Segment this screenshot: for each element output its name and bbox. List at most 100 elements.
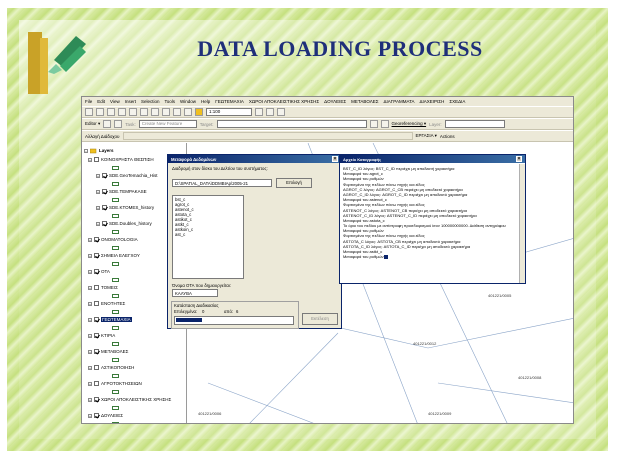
layer-visibility-checkbox[interactable] [94, 237, 99, 242]
menu-item[interactable]: ΔΙΑΧΕΙΡΙΣΗ [420, 99, 445, 104]
close-icon[interactable]: × [332, 156, 338, 162]
cut-icon[interactable] [129, 108, 137, 116]
menu-item[interactable]: Selection [141, 99, 160, 104]
menu-item[interactable]: ΓΕΩΤΕΜΑΧΙΑ [215, 99, 244, 104]
custom-field[interactable] [122, 132, 413, 140]
toc-layer-label: ΟΤΑ [101, 269, 110, 274]
expand-icon[interactable]: + [88, 349, 92, 354]
undo-icon[interactable] [173, 108, 181, 116]
layer-combo[interactable] [444, 120, 505, 128]
expand-icon[interactable]: + [88, 365, 92, 370]
layer-visibility-checkbox[interactable] [94, 413, 99, 418]
path-field[interactable]: D:\SPATIAL_DATA\DDMBIAp\2005-21 [172, 179, 272, 187]
scale-combo[interactable]: 1:100 [206, 108, 252, 116]
target-combo[interactable] [216, 120, 367, 128]
toc-layer-item[interactable]: + ΔΟΥΛΕΙΕΣ [84, 411, 184, 420]
expand-icon[interactable]: + [88, 381, 92, 386]
new-icon[interactable] [85, 108, 93, 116]
expand-icon[interactable]: + [88, 157, 92, 162]
redo-icon[interactable] [184, 108, 192, 116]
zoom-layer-icon[interactable] [380, 120, 389, 128]
paste-icon[interactable] [151, 108, 159, 116]
successor-change-button[interactable]: Αλλαγή Διάδοχου [85, 134, 120, 139]
expand-icon[interactable]: + [96, 173, 100, 178]
menu-item[interactable]: ΔΙΑΓΡΑΜΜΑΤΑ [384, 99, 415, 104]
menu-item[interactable]: ΧΩΡΟΙ ΑΠΟΚΛΕΙΣΤΙΚΗΣ ΧΡΗΣΗΣ [249, 99, 319, 104]
expand-icon[interactable]: + [88, 237, 92, 242]
menu-item[interactable]: View [110, 99, 120, 104]
open-icon[interactable] [96, 108, 104, 116]
log-titlebar: Αρχείο Καταγραφής × [340, 155, 525, 163]
menu-item[interactable]: ΜΕΤΑΒΟΛΕΣ [351, 99, 378, 104]
task-combo[interactable]: Create New Feature [138, 120, 197, 128]
arctoolbox-icon[interactable] [266, 108, 274, 116]
layer-visibility-checkbox[interactable] [94, 269, 99, 274]
sketch-tool-icon[interactable] [114, 120, 123, 128]
expand-icon[interactable]: + [88, 269, 92, 274]
expand-icon[interactable]: + [88, 253, 92, 258]
layer-visibility-checkbox[interactable] [94, 317, 99, 322]
collapse-icon[interactable]: − [84, 148, 88, 153]
expand-icon[interactable]: + [88, 317, 92, 322]
menu-item[interactable]: Window [180, 99, 196, 104]
identify-icon[interactable] [369, 120, 378, 128]
log-line: Μεταφορά του ρυθμών [343, 254, 517, 259]
actions-menu[interactable]: Actions [440, 134, 455, 139]
editor-toolbar-icon[interactable] [255, 108, 263, 116]
file-list[interactable]: bst_c agrot_c astenot_c astota_c astikot_c as… [172, 195, 244, 279]
layer-symbol-icon [112, 309, 119, 314]
layer-visibility-checkbox[interactable] [94, 157, 99, 162]
layer-visibility-checkbox[interactable] [94, 349, 99, 354]
layer-visibility-checkbox[interactable] [102, 205, 107, 210]
expand-icon[interactable]: + [88, 413, 92, 418]
menu-item[interactable]: Edit [97, 99, 105, 104]
layer-visibility-checkbox[interactable] [94, 365, 99, 370]
toc-layer-item[interactable]: + ΜΕΤΑΒΟΛΕΣ [84, 347, 184, 356]
ota-field[interactable]: ΚΑΛΥΒΑ [172, 289, 218, 297]
save-icon[interactable] [107, 108, 115, 116]
toc-layer-item[interactable]: + ΧΩΡΟΙ ΑΠΟΚΛΕΙΣΤΙΚΗΣ ΧΡΗΣΗΣ [84, 395, 184, 404]
expand-icon[interactable]: + [88, 285, 92, 290]
copy-icon[interactable] [140, 108, 148, 116]
toc-layer-item[interactable]: + ΚΤΙΡΙΑ [84, 331, 184, 340]
layer-visibility-checkbox[interactable] [94, 381, 99, 386]
layer-symbol [84, 372, 184, 379]
expand-icon[interactable]: + [96, 189, 100, 194]
dialog-titlebar: Μεταφορά Δεδομένων × [168, 155, 341, 163]
execute-button[interactable]: Εκτέλεση [302, 313, 338, 325]
expand-icon[interactable]: + [88, 397, 92, 402]
help-icon[interactable] [277, 108, 285, 116]
layer-visibility-checkbox[interactable] [94, 333, 99, 338]
delete-icon[interactable] [162, 108, 170, 116]
menu-item[interactable]: ΣΧΕΔΙΑ [449, 99, 465, 104]
file-list-item[interactable]: ast_c [175, 232, 241, 237]
layer-visibility-checkbox[interactable] [94, 253, 99, 258]
toc-layer-item[interactable]: + ΑΣΤΙΚΟΠΟΙΗΣΗ [84, 363, 184, 372]
close-icon[interactable]: × [516, 156, 522, 162]
edit-tool-icon[interactable] [103, 120, 112, 128]
menu-item[interactable]: ΔΟΥΛΕΙΕΣ [324, 99, 346, 104]
layer-visibility-checkbox[interactable] [102, 173, 107, 178]
log-body[interactable]: BST_C_ID λόγος: BST_C_ID περιέχει μη απο… [343, 166, 517, 280]
editor-menu[interactable]: Editor ▾ [85, 121, 100, 127]
layer-visibility-checkbox[interactable] [94, 397, 99, 402]
log-scrollbar[interactable] [519, 164, 525, 283]
menu-item[interactable]: Tools [165, 99, 176, 104]
georeferencing-menu[interactable]: Georeferencing ▾ [392, 121, 427, 127]
menu-item[interactable]: Insert [125, 99, 136, 104]
expand-icon[interactable]: + [96, 205, 100, 210]
menu-item[interactable]: Help [201, 99, 210, 104]
toc-layer-item[interactable]: + ΑΓΡΟΤΟΚΤΗΣΕΙΩΝ [84, 379, 184, 388]
add-data-icon[interactable] [195, 108, 203, 116]
layer-visibility-checkbox[interactable] [94, 285, 99, 290]
expand-icon[interactable]: + [96, 221, 100, 226]
print-icon[interactable] [118, 108, 126, 116]
expand-icon[interactable]: + [88, 301, 92, 306]
browse-button[interactable]: Επιλογή [276, 178, 312, 188]
layer-visibility-checkbox[interactable] [102, 221, 107, 226]
menu-item[interactable]: File [85, 99, 92, 104]
layer-visibility-checkbox[interactable] [94, 301, 99, 306]
expand-icon[interactable]: + [88, 333, 92, 338]
layer-visibility-checkbox[interactable] [102, 189, 107, 194]
ergasia-menu[interactable]: ΕΡΓΑΣΙΑ ▾ [416, 133, 437, 139]
